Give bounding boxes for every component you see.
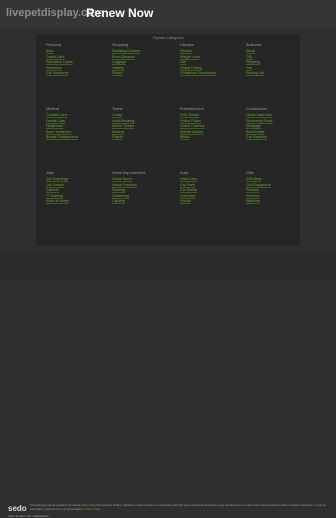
popular-categories-heading: Popular Categories [152,36,184,40]
category-title: Medical [46,107,60,111]
categories-panel: Popular Categories Personal Auto Credit Ca… [36,34,300,246]
category-group: Travel Cruise Hotel Booking Airline Tickets… [112,106,172,141]
category-link[interactable]: Breast Enlargement [46,135,106,141]
category-title: Lifestyle [180,43,194,47]
category-group: Gifts Gift Ideas Golf Equipment Flowers Perf… [246,170,306,205]
category-title: Jobs [46,171,55,175]
category-link[interactable]: Printing Ink [246,71,306,77]
category-group: Personal Auto Credit Card Education Loans In… [46,42,106,77]
category-title: Construction [246,107,268,111]
category-link[interactable]: Music [180,135,240,141]
category-group: Auto Used Cars Car Parts Car Rental Chevrole… [180,170,240,205]
category-link[interactable]: Lighting [112,199,172,205]
category-group: Home Improvement Home Decor Home Furniture… [112,170,172,205]
privacy-policy-link[interactable]: Privacy Policy [84,508,100,511]
category-link[interactable]: Christmas Decorations [180,71,240,77]
category-title: Home Improvement [112,171,146,175]
category-group: Lifestyle Fitness Weight Loss Diet Online Da… [180,42,240,77]
category-link[interactable]: Watches [246,199,306,205]
category-title: Gifts [246,171,254,175]
category-link[interactable]: Work at Home [46,199,106,205]
category-link[interactable]: Car Insurance [46,71,106,77]
footer: sedo Your domain. Our marketplace. This … [0,250,336,518]
renew-now-link[interactable]: Renew Now [86,6,153,20]
category-link[interactable]: Shoes [112,71,172,77]
category-title: Shopping [112,43,129,47]
category-link[interactable]: Honda [180,199,240,205]
category-group: Entertainment DVD Rental Online Poker Onlin… [180,106,240,141]
category-group: Construction Home Insurance Swimming Pools… [246,106,306,141]
sedo-tagline: Your domain. Our marketplace. [8,514,50,518]
category-title: Entertainment [180,107,204,111]
category-link[interactable]: Car Payment [246,135,306,141]
category-title: Business [246,43,262,47]
category-title: Travel [112,107,123,111]
category-group: Medical Contact Lens Dental Care Healthcare… [46,106,106,141]
category-group: Shopping Wedding Dresses Prom Dresses Lugga… [112,42,172,77]
category-group: Jobs Job Openings Job Search Careers IT Trai… [46,170,106,205]
category-title: Personal [46,43,61,47]
disclaimer-text: This webpage was generated by the domain… [30,504,326,511]
category-link[interactable]: Flights [112,135,172,141]
category-group: Business Stock DSL Shipping Fax Printing Ink [246,42,306,77]
header-bar: livepetdisplay.com Renew Now [0,0,336,28]
category-title: Auto [180,171,188,175]
sedo-logo: sedo [8,504,27,513]
